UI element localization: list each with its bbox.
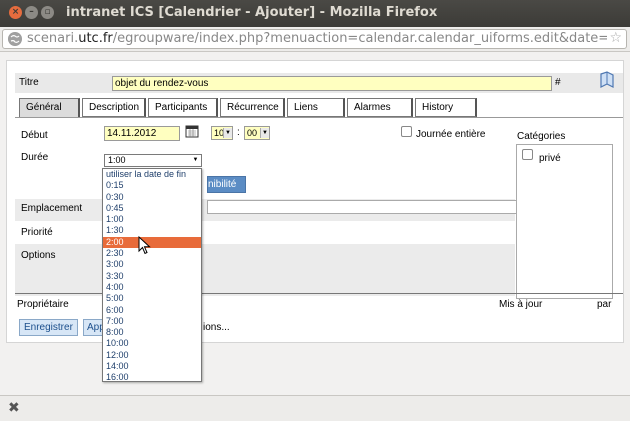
duration-label: Durée [21, 152, 49, 163]
updated-label: Mis à jour [499, 299, 543, 310]
start-date-input[interactable]: 14.11.2012 [104, 126, 180, 141]
owner-label: Propriétaire [17, 299, 69, 310]
category-private-checkbox[interactable] [522, 149, 533, 160]
tab-description[interactable]: Description [82, 98, 146, 117]
duration-option[interactable]: 5:00 [103, 293, 201, 304]
notebook-icon[interactable] [598, 71, 616, 89]
start-minute-value: 00 [247, 128, 258, 138]
priority-row: Priorité [15, 221, 515, 243]
tab-alarms[interactable]: Alarmes [347, 98, 413, 117]
chevron-down-icon: ▼ [260, 128, 269, 138]
window-titlebar: × – ▫ intranet ICS [Calendrier - Ajouter… [0, 0, 630, 27]
categories-label: Catégories [517, 131, 566, 142]
categories-panel: Catégories privé [515, 118, 623, 299]
duration-option[interactable]: 6:00 [103, 305, 201, 316]
options-label: Options [21, 250, 56, 261]
availability-button[interactable]: nibilité [207, 176, 246, 193]
tab-participants[interactable]: Participants [148, 98, 218, 117]
availability-label: nibilité [208, 179, 237, 190]
navigation-bar: scenari.utc.fr/egroupware/index.php?menu… [0, 27, 630, 52]
allday-checkbox[interactable] [401, 126, 412, 137]
start-minute-select[interactable]: 00 ▼ [244, 126, 270, 140]
url-text[interactable]: scenari.utc.fr/egroupware/index.php?menu… [27, 31, 607, 46]
categories-list: privé [516, 144, 613, 299]
globe-icon-shape [8, 32, 22, 46]
url-path: /egroupware/index.php?menuaction=calenda… [112, 31, 607, 46]
actions-menu[interactable]: ions... [203, 322, 230, 333]
status-bar: ✖ [0, 395, 630, 421]
time-separator: : [237, 127, 240, 138]
start-hour-select[interactable]: 10 ▼ [211, 126, 233, 140]
duration-option[interactable]: 2:00 [103, 236, 201, 249]
duration-value: 1:00 [108, 155, 126, 165]
url-prefix: scenari. [27, 31, 79, 46]
priority-label: Priorité [21, 227, 53, 238]
duration-option[interactable]: 12:00 [103, 350, 201, 361]
url-domain: utc.fr [78, 31, 113, 46]
duration-option[interactable]: 2:30 [103, 248, 201, 259]
duration-option[interactable]: 4:00 [103, 282, 201, 293]
bookmark-star-icon[interactable]: ☆ [609, 30, 622, 46]
options-row: Options [15, 244, 515, 296]
window-maximize-button[interactable]: ▫ [41, 6, 54, 19]
mouse-cursor-icon [138, 236, 151, 255]
duration-option[interactable]: 14:00 [103, 361, 201, 372]
tab-general[interactable]: Général [19, 98, 80, 117]
category-private-label: privé [539, 153, 561, 164]
by-label: par [597, 299, 612, 310]
page-content: Titre objet du rendez-vous # Général Des… [6, 60, 624, 343]
allday-label: Journée entière [416, 129, 486, 140]
location-input[interactable] [207, 200, 524, 214]
hash-label: # [555, 77, 561, 88]
duration-option[interactable]: 3:30 [103, 271, 201, 282]
duration-option[interactable]: 8:00 [103, 327, 201, 338]
duration-option[interactable]: 1:00 [103, 214, 201, 225]
start-label: Début [21, 130, 48, 141]
window-minimize-button[interactable]: – [25, 6, 38, 19]
title-label: Titre [19, 77, 39, 88]
title-input[interactable]: objet du rendez-vous [112, 76, 552, 91]
duration-option[interactable]: utiliser la date de fin [103, 169, 201, 180]
title-row: Titre objet du rendez-vous # [15, 71, 623, 93]
tab-recurrence[interactable]: Récurrence [220, 98, 285, 117]
apply-button[interactable]: App [83, 319, 105, 336]
duration-option[interactable]: 0:15 [103, 180, 201, 191]
chevron-down-icon: ▼ [223, 128, 232, 138]
duration-option[interactable]: 0:30 [103, 192, 201, 203]
duration-row: Durée [15, 146, 515, 168]
duration-option[interactable]: 7:00 [103, 316, 201, 327]
window-title: intranet ICS [Calendrier - Ajouter] - Mo… [66, 5, 438, 20]
save-button[interactable]: Enregistrer [19, 319, 78, 336]
tab-history[interactable]: History [415, 98, 477, 117]
duration-select[interactable]: 1:00 ▼ [104, 154, 202, 167]
duration-option[interactable]: 10:00 [103, 338, 201, 349]
tab-links[interactable]: Liens [287, 98, 345, 117]
calendar-icon[interactable] [185, 124, 199, 138]
duration-option[interactable]: 1:30 [103, 225, 201, 236]
duration-dropdown-list[interactable]: utiliser la date de fin 0:15 0:30 0:45 1:00 1… [102, 168, 202, 382]
chevron-down-icon: ▼ [192, 157, 199, 163]
globe-icon[interactable] [8, 32, 22, 46]
url-field[interactable]: scenari.utc.fr/egroupware/index.php?menu… [2, 29, 627, 49]
duration-option[interactable]: 0:45 [103, 203, 201, 214]
location-label: Emplacement [21, 203, 83, 214]
duration-option[interactable]: 16:00 [103, 372, 201, 383]
window-close-button[interactable]: × [9, 6, 22, 19]
close-addon-bar-icon[interactable]: ✖ [8, 400, 20, 416]
duration-option[interactable]: 3:00 [103, 259, 201, 270]
